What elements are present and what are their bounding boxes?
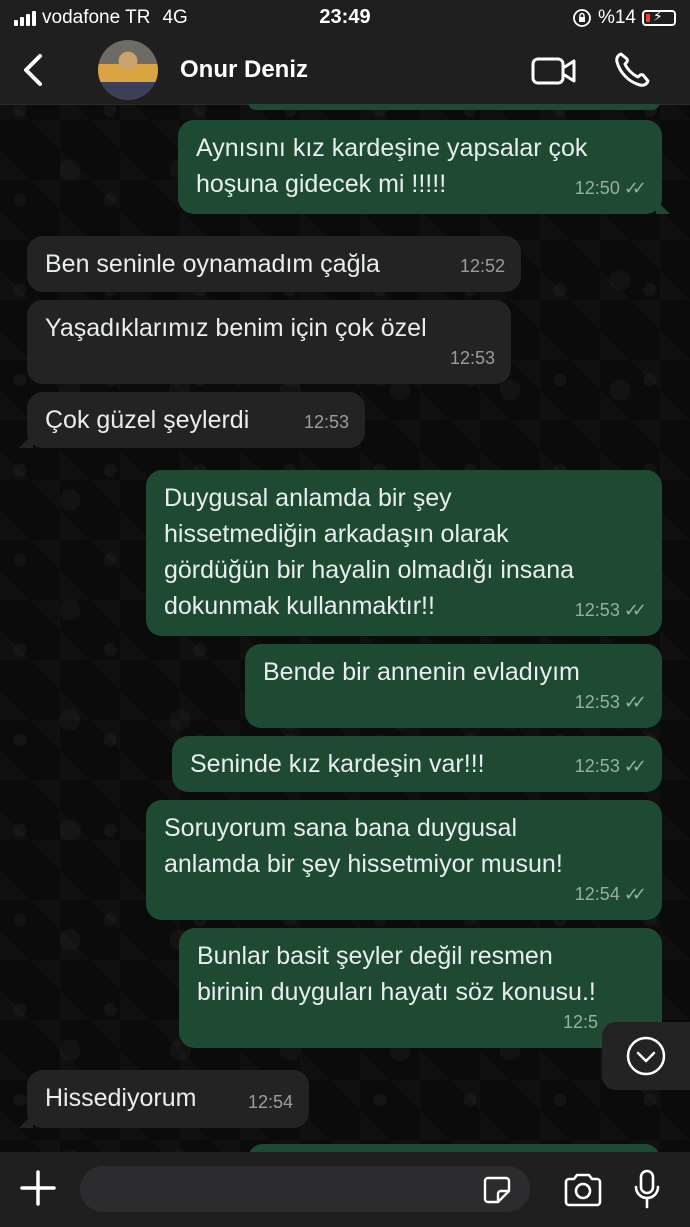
microphone-icon[interactable] (632, 1168, 662, 1210)
message-time: 12:53 (303, 412, 349, 432)
bubble-tail (656, 200, 670, 214)
read-receipt-icon: ✓✓ (623, 756, 647, 776)
message-meta: 12:53 ✓✓ (574, 684, 647, 720)
message-time: 12:53 (574, 692, 620, 712)
message-meta: 12:5 (563, 1004, 598, 1040)
message-time: 12:54 (247, 1092, 293, 1112)
battery-icon: ⚡ (642, 8, 676, 26)
composer-bar (0, 1152, 690, 1227)
read-receipt-icon: ✓✓ (623, 884, 647, 904)
previous-message-fragment (248, 104, 660, 110)
battery-percent: %14 (597, 7, 636, 28)
message-time: 12:50 (574, 178, 620, 198)
message-meta: 12:53 ✓✓ (574, 592, 647, 628)
message-text: Çok güzel şeylerdi (45, 406, 250, 434)
message-meta: 12:53 (304, 404, 349, 440)
sticker-icon[interactable] (482, 1175, 512, 1205)
read-receipt-icon: ✓✓ (623, 692, 647, 712)
message-bubble-outgoing[interactable]: Bunlar basit şeyler değil resmen birinin… (179, 928, 670, 1048)
message-bubble-incoming[interactable]: Çok güzel şeylerdi 12:53 (19, 392, 365, 448)
read-receipt-icon: ✓✓ (623, 600, 647, 620)
message-bubble-incoming[interactable]: Ben seninle oynamadım çağla 12:52 (27, 236, 521, 292)
message-time: 12:53 (574, 600, 620, 620)
status-right: %14 ⚡ (572, 7, 676, 29)
message-time: 12:5 (562, 1012, 598, 1032)
message-bubble-incoming[interactable]: Yaşadıklarımız benim için çok özel 12:53 (27, 300, 511, 384)
video-call-icon[interactable] (530, 54, 578, 88)
message-bubble-outgoing[interactable]: Bende bir annenin evladıyım 12:53 ✓✓ (245, 644, 662, 728)
message-time: 12:53 (574, 756, 620, 776)
battery-level (646, 14, 650, 22)
message-text: Bunlar basit şeyler değil resmen birinin… (197, 942, 596, 1006)
camera-icon[interactable] (562, 1172, 604, 1208)
message-meta: 12:50 ✓✓ (574, 170, 647, 206)
read-receipt-icon: ✓✓ (623, 178, 647, 198)
message-bubble-outgoing[interactable]: Soruyorum sana bana duygusal anlamda bir… (146, 800, 662, 920)
back-icon[interactable] (18, 50, 48, 90)
message-time: 12:52 (459, 256, 505, 276)
message-bubble-outgoing[interactable]: Duygusal anlamda bir şey hissetmediğin a… (146, 470, 662, 636)
chevron-down-icon (626, 1036, 666, 1076)
bubble-tail (19, 434, 33, 448)
message-text: Ben seninle oynamadım çağla (45, 250, 380, 278)
message-bubble-outgoing[interactable]: Seninde kız kardeşin var!!! 12:53 ✓✓ (172, 736, 662, 792)
plus-icon[interactable] (18, 1168, 58, 1208)
message-time: 12:53 (449, 348, 495, 368)
message-meta: 12:53 (450, 340, 495, 376)
message-text: Duygusal anlamda bir şey hissetmediğin a… (164, 484, 574, 620)
status-bar: vodafone TR 4G 23:49 %14 ⚡ (0, 0, 690, 36)
next-message-fragment (248, 1144, 660, 1152)
chat-header: Onur Deniz (0, 36, 690, 105)
message-meta: 12:54 ✓✓ (574, 876, 647, 912)
rotation-lock-icon (573, 9, 591, 27)
message-meta: 12:52 (460, 248, 505, 284)
charging-icon: ⚡ (653, 8, 663, 24)
message-text: Soruyorum sana bana duygusal anlamda bir… (164, 814, 563, 878)
message-bubble-incoming[interactable]: Hissediyorum 12:54 (19, 1070, 309, 1128)
message-text: Yaşadıklarımız benim için çok özel (45, 314, 427, 342)
avatar[interactable] (98, 40, 158, 100)
message-meta: 12:53 ✓✓ (574, 748, 647, 784)
phone-icon[interactable] (612, 50, 652, 90)
contact-name[interactable]: Onur Deniz (180, 56, 308, 84)
scroll-to-bottom-button[interactable] (602, 1022, 690, 1090)
message-bubble-outgoing[interactable]: Aynısını kız kardeşine yapsalar çok hoşu… (178, 120, 670, 214)
message-meta: 12:54 (248, 1084, 293, 1120)
message-time: 12:54 (574, 884, 620, 904)
message-input[interactable] (80, 1166, 530, 1212)
bubble-tail (19, 1114, 33, 1128)
message-list[interactable]: Aynısını kız kardeşine yapsalar çok hoşu… (0, 104, 690, 1152)
